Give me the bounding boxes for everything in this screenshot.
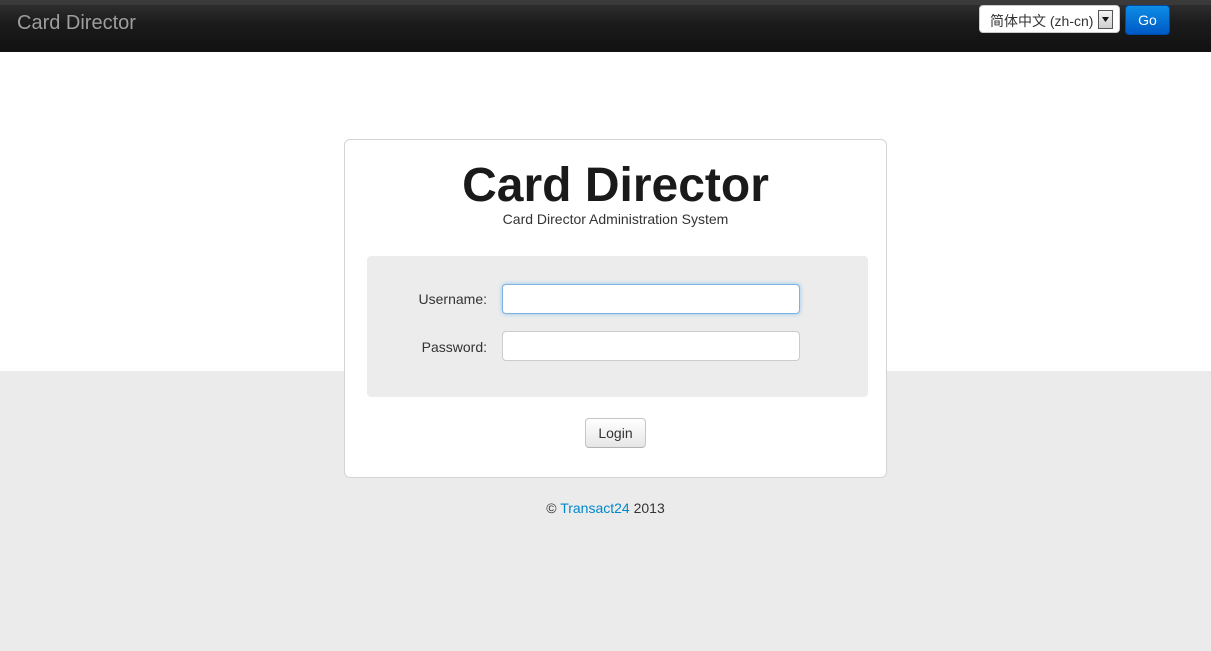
username-input[interactable] xyxy=(502,284,800,314)
go-button[interactable]: Go xyxy=(1125,5,1170,35)
language-select-value: 简体中文 (zh-cn) xyxy=(990,13,1094,29)
company-link[interactable]: Transact24 xyxy=(560,500,630,516)
login-title: Card Director xyxy=(462,159,769,212)
brand-link[interactable]: Card Director xyxy=(17,12,136,35)
password-label: Password: xyxy=(421,339,487,355)
copyright-year: 2013 xyxy=(633,500,665,516)
chevron-down-icon[interactable] xyxy=(1098,10,1113,29)
login-card: Card Director Card Director Administrati… xyxy=(344,139,887,478)
login-button[interactable]: Login xyxy=(585,418,646,448)
copyright-symbol: © xyxy=(546,500,557,516)
password-input[interactable] xyxy=(502,331,800,361)
language-select[interactable]: 简体中文 (zh-cn) xyxy=(979,5,1120,33)
footer: © Transact24 2013 xyxy=(0,500,1211,516)
login-subtitle: Card Director Administration System xyxy=(502,211,729,227)
login-form: Username: Password: xyxy=(367,256,868,397)
username-label: Username: xyxy=(418,291,487,307)
